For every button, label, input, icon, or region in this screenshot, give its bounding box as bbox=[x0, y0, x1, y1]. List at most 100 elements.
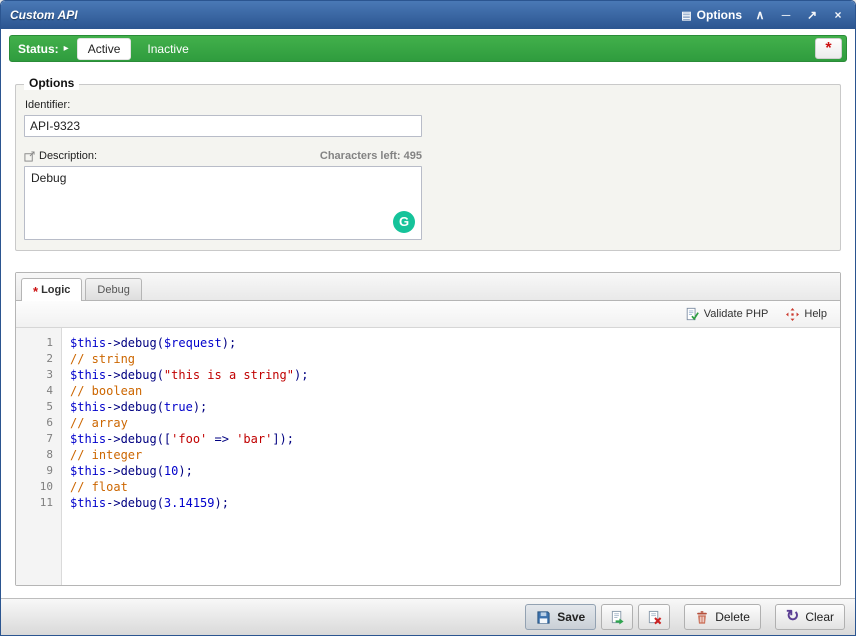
save-label: Save bbox=[557, 610, 585, 624]
collapse-button[interactable]: ∧ bbox=[752, 7, 768, 23]
identifier-label: Identifier: bbox=[25, 99, 832, 111]
help-icon bbox=[786, 308, 799, 321]
save-and-new-button[interactable] bbox=[601, 604, 633, 630]
tabstrip: * Logic Debug bbox=[16, 273, 840, 301]
minimize-button[interactable]: ─ bbox=[778, 7, 794, 23]
custom-api-window: Custom API ▤ Options ∧ ─ ↗ × Status: ▸ A… bbox=[0, 0, 856, 636]
code-token: ); bbox=[193, 400, 207, 414]
clear-label: Clear bbox=[805, 610, 834, 624]
code-token: // float bbox=[70, 480, 128, 494]
characters-left-counter: Characters left: 495 bbox=[320, 150, 422, 162]
code-line: $this->debug(3.14159); bbox=[70, 495, 840, 511]
popout-icon: ↗ bbox=[807, 8, 817, 22]
code-token: ->debug( bbox=[106, 336, 164, 350]
save-icon bbox=[536, 610, 551, 625]
save-and-close-icon bbox=[647, 610, 662, 625]
code-token: ); bbox=[222, 336, 236, 350]
minimize-icon: ─ bbox=[782, 8, 791, 22]
arrow-right-icon: ▸ bbox=[64, 43, 69, 54]
code-token: // array bbox=[70, 416, 128, 430]
help-label: Help bbox=[804, 308, 827, 320]
description-row: Description: Characters left: 495 bbox=[24, 150, 422, 162]
code-line: // boolean bbox=[70, 383, 840, 399]
dialog-body: Options Identifier: Description: Charact… bbox=[1, 68, 855, 598]
refresh-icon: ↻ bbox=[786, 610, 799, 624]
clear-button[interactable]: ↻ Clear bbox=[775, 604, 845, 630]
options-menu-label: Options bbox=[697, 8, 742, 22]
code-token: $this bbox=[70, 496, 106, 510]
code-line: $this->debug(['foo' => 'bar']); bbox=[70, 431, 840, 447]
tab-logic-label: Logic bbox=[41, 284, 70, 296]
window-title: Custom API bbox=[10, 8, 78, 22]
required-fields-button[interactable]: * bbox=[815, 38, 842, 59]
status-toolbar: Status: ▸ Active Inactive * bbox=[9, 35, 847, 62]
code-token: ->debug( bbox=[106, 368, 164, 382]
code-line: // float bbox=[70, 479, 840, 495]
save-and-close-button[interactable] bbox=[638, 604, 670, 630]
line-number: 9 bbox=[16, 463, 53, 479]
validate-php-label: Validate PHP bbox=[704, 308, 769, 320]
validate-php-button[interactable]: Validate PHP bbox=[681, 304, 773, 324]
code-token: 'bar' bbox=[236, 432, 272, 446]
code-token: ); bbox=[178, 464, 192, 478]
options-fieldset: Options Identifier: Description: Charact… bbox=[15, 84, 841, 251]
status-active-button[interactable]: Active bbox=[77, 38, 132, 60]
code-token: // boolean bbox=[70, 384, 142, 398]
code-token: 10 bbox=[164, 464, 178, 478]
titlebar[interactable]: Custom API ▤ Options ∧ ─ ↗ × bbox=[1, 1, 855, 29]
line-number: 7 bbox=[16, 431, 53, 447]
code-token: true bbox=[164, 400, 193, 414]
code-token: $this bbox=[70, 336, 106, 350]
help-button[interactable]: Help bbox=[782, 305, 831, 324]
code-token: 'foo' bbox=[171, 432, 207, 446]
line-number: 5 bbox=[16, 399, 53, 415]
tab-logic[interactable]: * Logic bbox=[21, 278, 82, 301]
save-and-new-icon bbox=[610, 610, 625, 625]
line-number: 1 bbox=[16, 335, 53, 351]
close-button[interactable]: × bbox=[830, 7, 846, 23]
code-line: $this->debug(true); bbox=[70, 399, 840, 415]
code-token: $request bbox=[164, 336, 222, 350]
status-inactive-button[interactable]: Inactive bbox=[136, 38, 199, 60]
tab-debug[interactable]: Debug bbox=[85, 278, 141, 300]
code-token: // integer bbox=[70, 448, 142, 462]
code-token: $this bbox=[70, 464, 106, 478]
line-numbers: 1234567891011 bbox=[16, 328, 62, 585]
status-label: Status: bbox=[18, 42, 59, 56]
expand-editor-icon[interactable] bbox=[24, 151, 35, 162]
close-icon: × bbox=[834, 8, 841, 22]
identifier-input[interactable] bbox=[24, 115, 422, 137]
validate-php-icon bbox=[685, 307, 699, 321]
line-number: 10 bbox=[16, 479, 53, 495]
code-token: ); bbox=[215, 496, 229, 510]
code-token: ->debug([ bbox=[106, 432, 171, 446]
trash-icon bbox=[695, 610, 709, 625]
code-line: // string bbox=[70, 351, 840, 367]
asterisk-icon: * bbox=[825, 40, 831, 57]
code-token: ); bbox=[294, 368, 308, 382]
save-button[interactable]: Save bbox=[525, 604, 596, 630]
code-lines: $this->debug($request);// string$this->d… bbox=[62, 328, 840, 585]
options-legend: Options bbox=[24, 76, 79, 90]
grammarly-icon[interactable]: G bbox=[393, 211, 415, 233]
logic-tabpanel: * Logic Debug Validate PHP bbox=[15, 272, 841, 586]
code-token: 3.14159 bbox=[164, 496, 215, 510]
line-number: 8 bbox=[16, 447, 53, 463]
line-number: 2 bbox=[16, 351, 53, 367]
code-token: $this bbox=[70, 400, 106, 414]
code-token: $this bbox=[70, 432, 106, 446]
footer-toolbar: Save bbox=[1, 598, 855, 635]
code-line: $this->debug(10); bbox=[70, 463, 840, 479]
code-line: // array bbox=[70, 415, 840, 431]
description-label-wrap: Description: bbox=[24, 150, 97, 162]
code-token: "this is a string" bbox=[164, 368, 294, 382]
delete-button[interactable]: Delete bbox=[684, 604, 761, 630]
options-menu-button[interactable]: ▤ Options bbox=[681, 8, 742, 22]
code-editor[interactable]: 1234567891011 $this->debug($request);// … bbox=[16, 328, 840, 585]
line-number: 11 bbox=[16, 495, 53, 511]
code-line: $this->debug($request); bbox=[70, 335, 840, 351]
description-textarea[interactable]: Debug G bbox=[24, 166, 422, 240]
line-number: 4 bbox=[16, 383, 53, 399]
code-line: $this->debug("this is a string"); bbox=[70, 367, 840, 383]
popout-button[interactable]: ↗ bbox=[804, 7, 820, 23]
